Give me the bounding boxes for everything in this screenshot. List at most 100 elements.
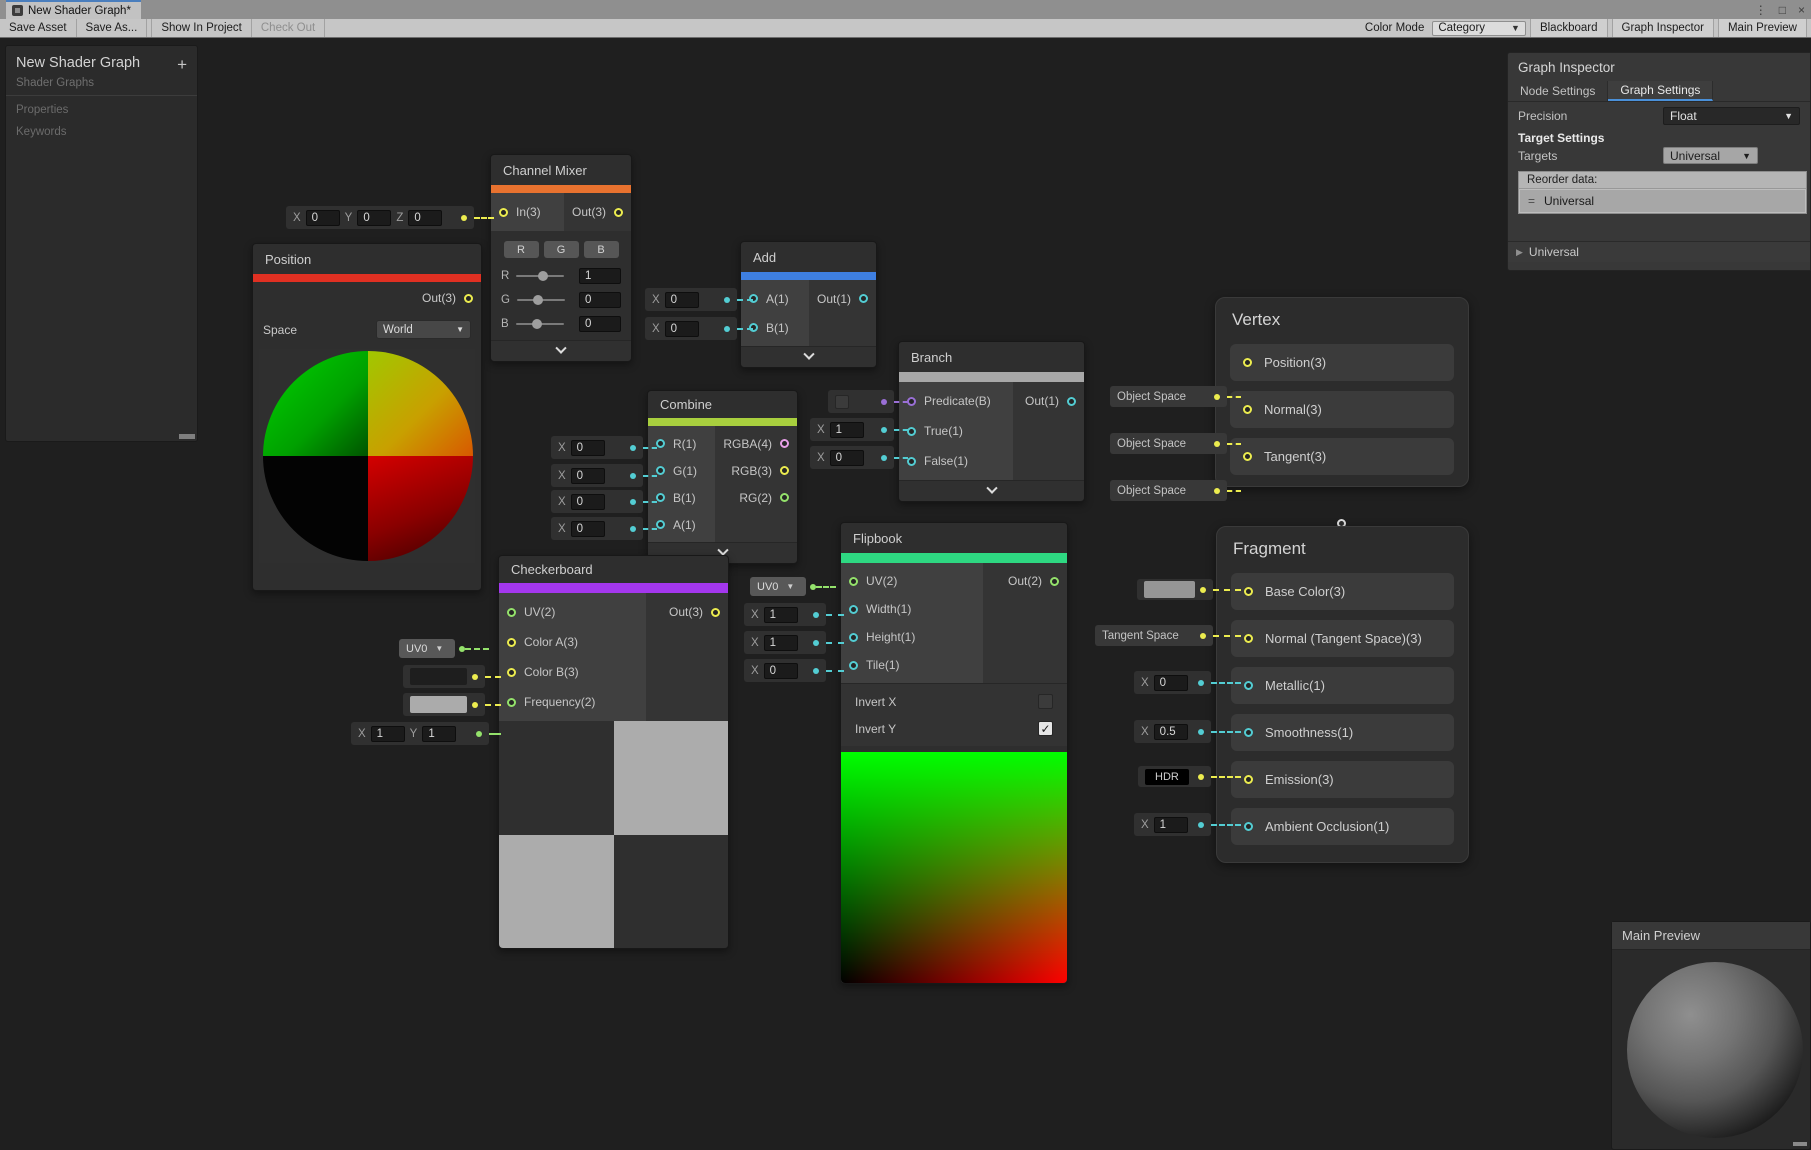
port-height[interactable] (849, 633, 858, 642)
port-rgba[interactable] (780, 439, 789, 448)
port-tangent[interactable] (1243, 452, 1252, 461)
value-field[interactable]: 1 (830, 422, 864, 438)
port-out[interactable] (1067, 397, 1076, 406)
asset-tab[interactable]: New Shader Graph* (6, 0, 141, 19)
port-rgb[interactable] (780, 466, 789, 475)
close-icon[interactable]: × (1798, 3, 1805, 17)
channel-button-g[interactable]: G (544, 241, 579, 258)
value-field[interactable]: 1 (1154, 817, 1188, 833)
block-base-color[interactable]: Base Color(3) (1231, 573, 1454, 610)
node-position[interactable]: Position Out(3) Space World ▼ (252, 243, 482, 591)
channel-button-r[interactable]: R (504, 241, 539, 258)
value-field[interactable]: 1 (764, 607, 798, 623)
color-a-swatch[interactable] (410, 668, 467, 685)
node-title[interactable]: Position (253, 244, 481, 274)
save-as-button[interactable]: Save As... (77, 19, 148, 37)
color-mode-dropdown[interactable]: Category ▼ (1432, 21, 1526, 36)
node-title[interactable]: Add (741, 242, 876, 272)
base-color-swatch[interactable] (1144, 581, 1195, 598)
graph-inspector-toggle-button[interactable]: Graph Inspector (1612, 19, 1714, 37)
graph-inspector-panel[interactable]: Graph Inspector Node Settings Graph Sett… (1507, 52, 1811, 271)
node-title[interactable]: Checkerboard (499, 556, 728, 583)
reorder-item-universal[interactable]: = Universal (1520, 190, 1805, 212)
value-field[interactable]: 0 (571, 494, 605, 510)
block-ambient-occlusion[interactable]: Ambient Occlusion(1) (1231, 808, 1454, 845)
node-title[interactable]: Branch (899, 342, 1084, 372)
block-smoothness[interactable]: Smoothness(1) (1231, 714, 1454, 751)
blackboard-section-properties[interactable]: Properties (6, 96, 197, 118)
node-fragment-context[interactable]: Fragment Base Color(3) Normal (Tangent S… (1216, 526, 1469, 863)
node-title[interactable]: Flipbook (841, 523, 1067, 553)
value-field[interactable]: 1 (764, 635, 798, 651)
collapse-button[interactable] (899, 480, 1084, 501)
graph-canvas[interactable]: New Shader Graph Shader Graphs + Propert… (0, 38, 1811, 1150)
save-asset-button[interactable]: Save Asset (0, 19, 77, 37)
port-frequency[interactable] (507, 698, 516, 707)
port-false[interactable] (907, 457, 916, 466)
port-in[interactable] (499, 208, 508, 217)
node-vertex-context[interactable]: Vertex Position(3) Normal(3) Tangent(3) (1215, 297, 1469, 487)
port-emission[interactable] (1244, 775, 1253, 784)
port-out[interactable] (711, 608, 720, 617)
value-field[interactable]: 0 (764, 663, 798, 679)
uv-channel-dropdown[interactable]: UV0 ▼ (750, 577, 806, 596)
port-b[interactable] (656, 493, 665, 502)
port-metallic[interactable] (1244, 681, 1253, 690)
block-normal[interactable]: Normal(3) (1230, 391, 1454, 428)
node-channel-mixer[interactable]: Channel Mixer In(3) Out(3) R G B R (490, 154, 632, 362)
window-menu-icon[interactable]: ⋮ (1755, 3, 1767, 17)
slider-b-value[interactable]: 0 (579, 316, 621, 332)
invert-y-checkbox[interactable]: ✓ (1038, 721, 1053, 736)
main-preview-panel[interactable]: Main Preview (1611, 921, 1811, 1150)
invert-x-checkbox[interactable] (1038, 694, 1053, 709)
port-position[interactable] (1243, 358, 1252, 367)
port-uv[interactable] (507, 608, 516, 617)
y-field[interactable]: 1 (422, 726, 456, 742)
main-preview-toggle-button[interactable]: Main Preview (1718, 19, 1807, 37)
port-out[interactable] (614, 208, 623, 217)
block-normal-tangent-space[interactable]: Normal (Tangent Space)(3) (1231, 620, 1454, 657)
port-uv[interactable] (849, 577, 858, 586)
main-preview-resize-handle[interactable] (1793, 1142, 1807, 1146)
value-field[interactable]: 0 (830, 450, 864, 466)
drag-handle-icon[interactable]: = (1528, 194, 1535, 208)
port-smoothness[interactable] (1244, 728, 1253, 737)
x-field[interactable]: 1 (371, 726, 405, 742)
value-field[interactable]: 0 (571, 440, 605, 456)
uv-channel-dropdown[interactable]: UV0 ▼ (399, 639, 455, 658)
value-field[interactable]: 0 (571, 521, 605, 537)
node-branch[interactable]: Branch Predicate(B) True(1) False(1) Out… (898, 341, 1085, 502)
value-field[interactable]: 0 (665, 292, 699, 308)
node-add[interactable]: Add A(1) B(1) Out(1) (740, 241, 877, 368)
node-title[interactable]: Combine (648, 391, 797, 418)
space-dropdown[interactable]: World ▼ (376, 320, 471, 339)
maximize-icon[interactable]: □ (1779, 3, 1786, 17)
port-predicate[interactable] (907, 397, 916, 406)
node-checkerboard[interactable]: Checkerboard UV(2) Color A(3) Color B(3)… (498, 555, 729, 949)
precision-dropdown[interactable]: Float ▼ (1663, 107, 1800, 125)
port-normal[interactable] (1243, 405, 1252, 414)
blackboard-resize-handle[interactable] (179, 434, 195, 439)
port-tile[interactable] (849, 661, 858, 670)
value-field[interactable]: 0.5 (1154, 724, 1188, 740)
tab-graph-settings[interactable]: Graph Settings (1608, 81, 1713, 101)
slider-b[interactable] (516, 323, 564, 325)
port-color-b[interactable] (507, 668, 516, 677)
value-field[interactable]: 0 (1154, 675, 1188, 691)
block-tangent[interactable]: Tangent(3) (1230, 438, 1454, 475)
port-ambient-occlusion[interactable] (1244, 822, 1253, 831)
port-g[interactable] (656, 466, 665, 475)
channel-button-b[interactable]: B (584, 241, 619, 258)
slider-r[interactable] (516, 275, 564, 277)
collapse-button[interactable] (741, 346, 876, 367)
port-normal[interactable] (1244, 634, 1253, 643)
y-field[interactable]: 0 (357, 210, 391, 226)
blackboard-toggle-button[interactable]: Blackboard (1530, 19, 1608, 37)
blackboard-section-keywords[interactable]: Keywords (6, 118, 197, 140)
port-out[interactable] (464, 294, 473, 303)
port-r[interactable] (656, 439, 665, 448)
port-color-a[interactable] (507, 638, 516, 647)
slider-r-value[interactable]: 1 (579, 268, 621, 284)
collapse-button[interactable] (491, 340, 631, 361)
targets-dropdown[interactable]: Universal ▼ (1663, 147, 1758, 164)
